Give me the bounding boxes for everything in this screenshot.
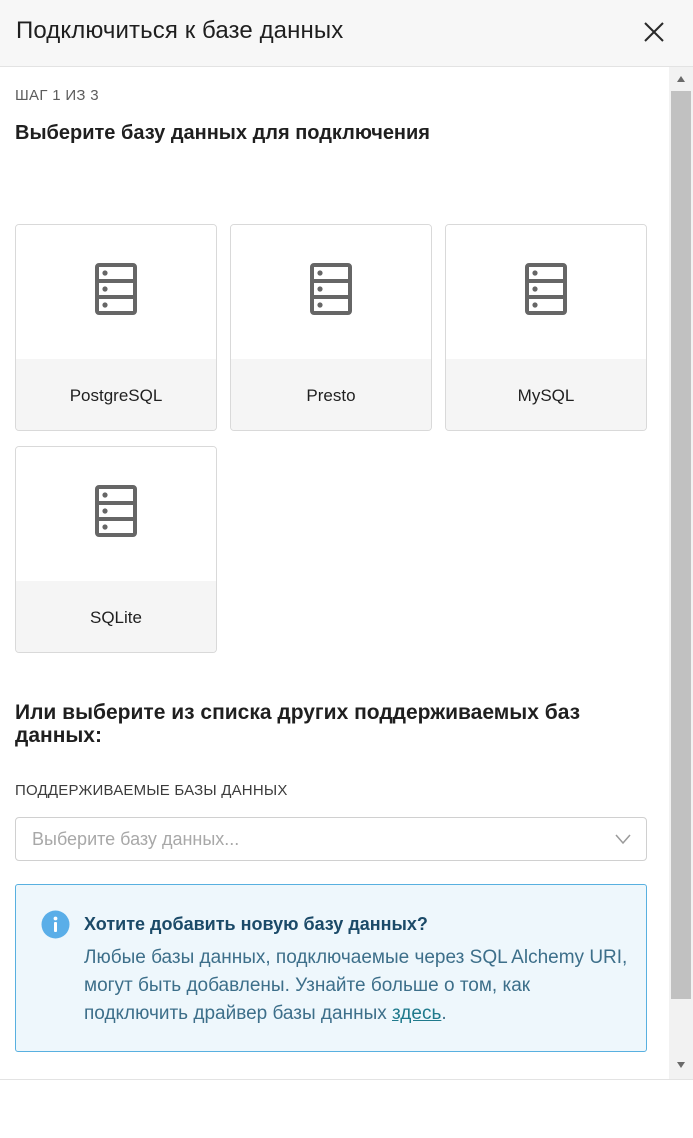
learn-more-link[interactable]: здесь (392, 1003, 441, 1024)
database-label: Presto (306, 386, 356, 405)
card-icon-area (16, 447, 216, 581)
database-label: MySQL (517, 386, 575, 405)
vertical-scrollbar[interactable] (669, 67, 693, 1079)
info-alert: Хотите добавить новую базу данных? Любые… (15, 884, 647, 1052)
database-server-icon (95, 485, 137, 537)
card-label-area: PostgreSQL (16, 359, 216, 430)
database-card-sqlite[interactable]: SQLite (15, 446, 217, 653)
info-icon (41, 910, 70, 939)
chevron-down-icon (615, 834, 631, 845)
card-icon-area (446, 225, 646, 359)
select-placeholder: Выберите базу данных... (32, 829, 240, 849)
scrollbar-thumb[interactable] (671, 91, 691, 999)
info-description: Любые базы данных, подключаемые через SQ… (84, 944, 629, 1028)
modal-footer (0, 1079, 693, 1138)
card-label-area: Presto (231, 359, 431, 430)
database-server-icon (525, 263, 567, 315)
modal-header: Подключиться к базе данных (0, 0, 693, 67)
database-server-icon (310, 263, 352, 315)
database-select[interactable]: Выберите базу данных... (15, 817, 647, 861)
scroll-down-arrow-icon[interactable] (676, 1061, 686, 1069)
scroll-up-arrow-icon[interactable] (676, 75, 686, 83)
card-icon-area (231, 225, 431, 359)
other-databases-heading: Или выберите из списка других поддержива… (15, 701, 581, 747)
modal-body: ШАГ 1 ИЗ 3 Выберите базу данных для подк… (0, 67, 669, 1079)
close-button[interactable] (640, 18, 668, 46)
info-title: Хотите добавить новую базу данных? (84, 914, 428, 934)
step-title: Выберите базу данных для подключения (15, 122, 430, 144)
close-icon (644, 22, 664, 42)
card-label-area: SQLite (16, 581, 216, 652)
info-text-end: . (441, 1003, 447, 1024)
database-card-mysql[interactable]: MySQL (445, 224, 647, 431)
database-server-icon (95, 263, 137, 315)
card-label-area: MySQL (446, 359, 646, 430)
supported-databases-label: ПОДДЕРЖИВАЕМЫЕ БАЗЫ ДАННЫХ (15, 782, 288, 799)
database-card-postgresql[interactable]: PostgreSQL (15, 224, 217, 431)
database-card-presto[interactable]: Presto (230, 224, 432, 431)
database-label: PostgreSQL (69, 386, 163, 405)
step-indicator: ШАГ 1 ИЗ 3 (15, 87, 99, 104)
database-label: SQLite (90, 608, 142, 627)
card-icon-area (16, 225, 216, 359)
modal-title: Подключиться к базе данных (16, 17, 344, 44)
info-text-body: Любые базы данных, подключаемые через SQ… (84, 947, 628, 1024)
